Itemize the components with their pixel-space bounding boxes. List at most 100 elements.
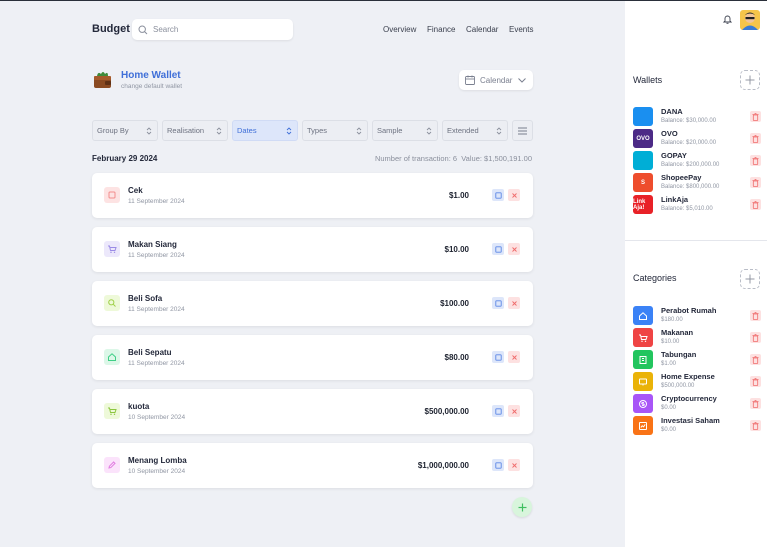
edit-icon: [104, 457, 120, 473]
wallet-logo-text: OVO: [636, 135, 650, 142]
trash-icon: [752, 395, 759, 413]
delete-wallet-button[interactable]: [750, 133, 761, 144]
category-name: Tabungan: [661, 350, 697, 359]
edit-icon: [494, 461, 502, 469]
transaction-card[interactable]: Menang Lomba 10 September 2024 $1,000,000.…: [92, 443, 533, 488]
menu-icon: [518, 127, 527, 134]
delete-button[interactable]: [508, 405, 520, 417]
plus-icon: [518, 503, 526, 511]
category-item[interactable]: Perabot Rumah $180.00: [633, 306, 761, 326]
delete-wallet-button[interactable]: [750, 111, 761, 122]
filter-dates[interactable]: Dates: [232, 120, 298, 141]
wallet-balance: Balance: $800,000.00: [661, 184, 720, 190]
calendar-dropdown[interactable]: Calendar: [459, 70, 533, 90]
transaction-date: 11 September 2024: [128, 198, 185, 205]
filter-sample[interactable]: Sample: [372, 120, 438, 141]
delete-category-button[interactable]: [750, 420, 761, 431]
bell-icon[interactable]: [723, 14, 732, 24]
delete-category-button[interactable]: [750, 354, 761, 365]
nav-events[interactable]: Events: [509, 25, 533, 34]
category-name: Investasi Saham: [661, 416, 720, 425]
trash-icon: [752, 307, 759, 325]
trash-icon: [752, 174, 759, 192]
transaction-card[interactable]: Makan Siang 11 September 2024 $10.00: [92, 227, 533, 272]
trash-icon: [752, 130, 759, 148]
wallet-logo: [633, 151, 653, 170]
wallet-title[interactable]: Home Wallet: [121, 70, 181, 81]
transaction-card[interactable]: kuota 10 September 2024 $500,000.00: [92, 389, 533, 434]
trash-icon: [752, 417, 759, 435]
category-item[interactable]: Tabungan $1.00: [633, 350, 761, 370]
sort-icon: [356, 127, 362, 135]
wallet-item[interactable]: OVO OVO Balance: $20,000.00: [633, 129, 761, 149]
wallet-name: ShopeePay: [661, 173, 702, 182]
edit-button[interactable]: [492, 189, 504, 201]
filter-realisation[interactable]: Realisation: [162, 120, 228, 141]
nav-overview[interactable]: Overview: [383, 25, 416, 34]
wallet-balance: Balance: $30,000.00: [661, 118, 717, 124]
category-item[interactable]: Cryptocurrency $0.00: [633, 394, 761, 414]
delete-wallet-button[interactable]: [750, 199, 761, 210]
nav-calendar[interactable]: Calendar: [466, 25, 498, 34]
avatar[interactable]: [740, 10, 760, 30]
wallet-item[interactable]: DANA Balance: $30,000.00: [633, 107, 761, 127]
app-brand: Budget: [92, 23, 130, 35]
edit-icon: [494, 299, 502, 307]
add-wallet-button[interactable]: [740, 70, 760, 90]
category-item[interactable]: Home Expense $500,000.00: [633, 372, 761, 392]
edit-button[interactable]: [492, 243, 504, 255]
transaction-card[interactable]: Cek 11 September 2024 $1.00: [92, 173, 533, 218]
transaction-amount: $500,000.00: [424, 407, 470, 416]
filter-extended[interactable]: Extended: [442, 120, 508, 141]
edit-button[interactable]: [492, 459, 504, 471]
wallets-title: Wallets: [633, 75, 663, 85]
calendar-label: Calendar: [480, 75, 513, 85]
transaction-summary: Number of transaction: 6 Value: $1,500,1…: [375, 154, 532, 163]
wallet-item[interactable]: GOPAY Balance: $200,000.00: [633, 151, 761, 171]
edit-icon: [494, 245, 502, 253]
category-item[interactable]: Investasi Saham $0.00: [633, 416, 761, 436]
add-transaction-button[interactable]: [512, 497, 532, 517]
wallet-item[interactable]: S ShopeePay Balance: $800,000.00: [633, 173, 761, 193]
close-icon: [511, 300, 517, 306]
delete-category-button[interactable]: [750, 310, 761, 321]
sidebar-divider: [625, 240, 767, 241]
delete-button[interactable]: [508, 351, 520, 363]
date-heading: February 29 2024: [92, 154, 158, 163]
transaction-name: Beli Sepatu: [128, 348, 172, 357]
category-item[interactable]: Makanan $10.00: [633, 328, 761, 348]
edit-button[interactable]: [492, 351, 504, 363]
delete-category-button[interactable]: [750, 376, 761, 387]
delete-category-button[interactable]: [750, 398, 761, 409]
delete-button[interactable]: [508, 297, 520, 309]
delete-button[interactable]: [508, 243, 520, 255]
filter-menu-button[interactable]: [512, 120, 533, 141]
delete-wallet-button[interactable]: [750, 155, 761, 166]
search-input[interactable]: [153, 25, 283, 34]
wallet-logo: [633, 107, 653, 126]
change-wallet-link[interactable]: change default wallet: [121, 83, 182, 90]
main-panel: Budget Overview Finance Calendar Events …: [0, 1, 625, 547]
edit-button[interactable]: [492, 297, 504, 309]
transaction-card[interactable]: Beli Sofa 11 September 2024 $100.00: [92, 281, 533, 326]
wallet-icon: [94, 72, 111, 88]
transaction-card[interactable]: Beli Sepatu 11 September 2024 $80.00: [92, 335, 533, 380]
category-name: Perabot Rumah: [661, 306, 717, 315]
filter-types[interactable]: Types: [302, 120, 368, 141]
delete-category-button[interactable]: [750, 332, 761, 343]
category-name: Home Expense: [661, 372, 715, 381]
transaction-date: 11 September 2024: [128, 252, 185, 259]
filter-group-by[interactable]: Group By: [92, 120, 158, 141]
add-category-button[interactable]: [740, 269, 760, 289]
delete-wallet-button[interactable]: [750, 177, 761, 188]
transaction-amount: $80.00: [444, 353, 469, 362]
wallet-item[interactable]: Link Aja! LinkAja Balance: $5,010.00: [633, 195, 761, 215]
search-box[interactable]: [132, 19, 293, 40]
category-name: Makanan: [661, 328, 694, 337]
sort-icon: [216, 127, 222, 135]
edit-button[interactable]: [492, 405, 504, 417]
delete-button[interactable]: [508, 189, 520, 201]
edit-icon: [494, 191, 502, 199]
delete-button[interactable]: [508, 459, 520, 471]
nav-finance[interactable]: Finance: [427, 25, 455, 34]
